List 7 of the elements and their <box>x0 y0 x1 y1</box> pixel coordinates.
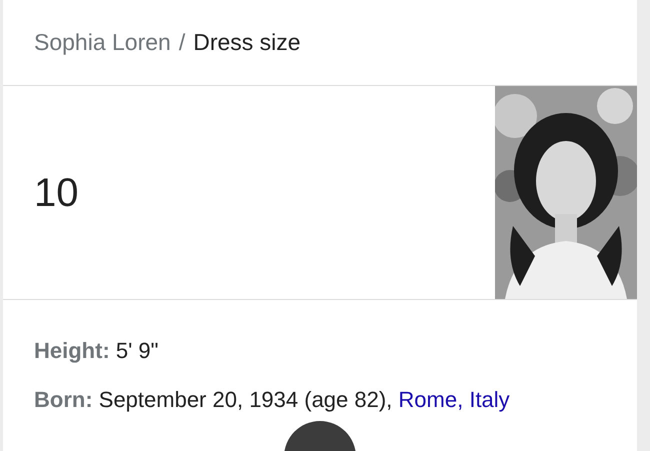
place-link[interactable]: Rome, Italy <box>398 387 510 412</box>
fact-line: Born: September 20, 1934 (age 82), Rome, Italy <box>34 386 511 414</box>
answer-value: 10 <box>33 170 78 216</box>
breadcrumb-link[interactable]: Sophia Loren <box>34 25 171 60</box>
breadcrumb-title: Dress size <box>193 28 301 58</box>
breadcrumb-separator: / <box>178 28 186 58</box>
fact-line: Height: 5' 9" <box>34 337 160 365</box>
